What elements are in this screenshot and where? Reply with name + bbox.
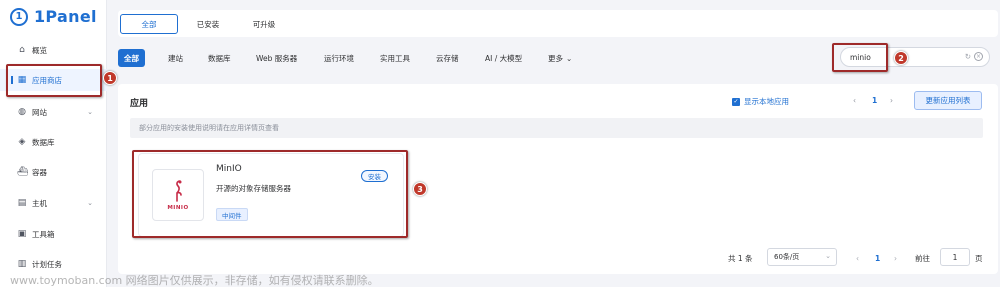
filter-tools[interactable]: 实用工具 [380, 49, 410, 67]
annotation-badge-3: 3 [413, 182, 427, 196]
brand-logo[interactable]: 1 1Panel [10, 7, 97, 26]
sidebar-item-website[interactable]: ◍ 网站 ⌄ [0, 101, 107, 123]
notice-banner: 部分应用的安装使用说明请在应用详情页查看 [130, 118, 983, 138]
annotation-box-3 [132, 150, 408, 238]
prev-page-arrow[interactable]: ‹ [856, 248, 859, 268]
sidebar-item-label: 概览 [32, 45, 47, 55]
goto-page-input[interactable]: 1 [940, 248, 970, 266]
toolbox-icon: ▣ [17, 229, 27, 239]
sidebar-item-database[interactable]: ◈ 数据库 [0, 131, 107, 153]
sidebar-item-label: 容器 [32, 167, 47, 177]
goto-suffix: 页 [975, 253, 983, 263]
close-icon[interactable]: × [974, 52, 983, 61]
chevron-down-icon: ⌄ [87, 199, 93, 207]
next-page-arrow[interactable]: › [894, 248, 897, 268]
filter-website[interactable]: 建站 [168, 49, 183, 67]
panel-logo-icon: 1 [10, 7, 28, 26]
show-local-apps-label: 显示本地应用 [744, 97, 789, 106]
pagination-current-page[interactable]: 1 [875, 248, 880, 268]
sidebar-item-overview[interactable]: ⌂ 概览 [0, 39, 107, 61]
sidebar-item-toolbox[interactable]: ▣ 工具箱 [0, 223, 107, 245]
sidebar-item-label: 数据库 [32, 137, 55, 147]
filter-web-server[interactable]: Web 服务器 [256, 49, 297, 67]
annotation-badge-2: 2 [894, 51, 908, 65]
goto-label: 前往 [915, 253, 930, 263]
chevron-down-icon: ⌄ [566, 53, 573, 63]
sidebar-item-container[interactable]: ⛴ 容器 [0, 161, 107, 183]
chevron-down-icon: ⌄ [87, 108, 93, 116]
checkbox-checked-icon: ✓ [732, 97, 740, 106]
page-size-value: 60条/页 [774, 253, 800, 261]
filter-more[interactable]: 更多 ⌄ [548, 49, 572, 67]
tab-installed[interactable]: 已安装 [188, 14, 228, 34]
sidebar-item-label: 计划任务 [32, 259, 62, 269]
filter-database[interactable]: 数据库 [208, 49, 231, 67]
current-page[interactable]: 1 [872, 96, 877, 105]
tab-upgradable[interactable]: 可升级 [244, 14, 284, 34]
annotation-badge-1: 1 [103, 71, 117, 85]
total-count: 共 1 条 [728, 253, 753, 263]
sidebar-item-label: 主机 [32, 198, 47, 208]
database-icon: ◈ [18, 137, 26, 147]
watermark-text: www.toymoban.com 网络图片仅供展示，非存储，如有侵权请联系删除。 [10, 274, 379, 287]
page-size-select[interactable]: 60条/页 ⌄ [767, 248, 837, 266]
filter-more-label: 更多 [548, 53, 563, 63]
home-icon: ⌂ [19, 45, 25, 55]
sidebar-item-label: 网站 [32, 107, 47, 117]
annotation-box-1 [6, 64, 102, 97]
top-tab-bar: 全部 已安装 可升级 [118, 10, 998, 37]
sidebar-item-host[interactable]: ▤ 主机 ⌄ [0, 192, 107, 214]
container-icon: ⛴ [17, 167, 29, 177]
tab-all[interactable]: 全部 [120, 14, 178, 34]
prev-page-arrow[interactable]: ‹ [853, 96, 856, 105]
brand-name: 1Panel [34, 7, 97, 26]
next-page-arrow[interactable]: › [890, 96, 893, 105]
globe-icon: ◍ [18, 107, 26, 117]
filter-runtime[interactable]: 运行环境 [324, 49, 354, 67]
update-app-list-button[interactable]: 更新应用列表 [914, 91, 982, 110]
annotation-box-2 [832, 43, 888, 72]
schedule-icon: ▥ [17, 259, 27, 269]
refresh-icon[interactable]: ↻ [965, 52, 971, 61]
sidebar-item-label: 工具箱 [32, 229, 55, 239]
filter-all[interactable]: 全部 [118, 49, 145, 67]
page-title: 应用 [130, 99, 149, 109]
show-local-apps-checkbox[interactable]: ✓ 显示本地应用 [732, 96, 789, 107]
host-icon: ▤ [17, 198, 27, 208]
sidebar: 1 1Panel ⌂ 概览 ▦ 应用商店 ◍ 网站 ⌄ ◈ 数据库 ⛴ 容器 ▤… [0, 0, 107, 287]
chevron-down-icon: ⌄ [825, 252, 831, 260]
filter-cloud-storage[interactable]: 云存储 [436, 49, 459, 67]
filter-ai-models[interactable]: AI / 大模型 [485, 49, 522, 67]
